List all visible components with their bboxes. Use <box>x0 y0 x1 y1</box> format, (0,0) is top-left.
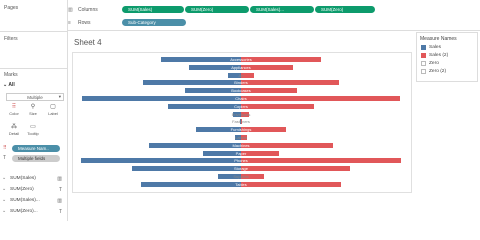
marks-field-sum-zero[interactable]: ⌄ SUM(Zero) T <box>2 185 66 194</box>
legend-swatch <box>421 69 426 74</box>
label-button[interactable]: ▢ Label <box>45 104 61 116</box>
category-label: Storage <box>233 166 248 172</box>
bar-chart: Accessories Appliances Art Binders Bookcases… <box>73 53 413 194</box>
columns-shelf[interactable]: ▥ Columns SUM(Sales) SUM(Zero) SUM(Sales… <box>68 5 376 14</box>
column-pill[interactable]: SUM(Sales)... <box>250 6 314 13</box>
marks-all-row[interactable]: ⌄ All <box>3 82 15 88</box>
chart-frame: Accessories Appliances Art Binders Bookcases… <box>72 52 412 193</box>
rows-label: Rows <box>78 19 91 26</box>
legend-swatch <box>421 53 426 58</box>
divider <box>0 68 68 69</box>
mark-type-value: Multiple <box>27 94 43 100</box>
tooltip-button[interactable]: ▭ Tooltip <box>25 124 41 136</box>
legend-item[interactable]: Zero (2) <box>421 68 446 75</box>
category-label: Phones <box>234 158 248 164</box>
detail-icon: ⁂ <box>11 124 17 130</box>
category-label: Art <box>238 72 244 78</box>
column-pill[interactable]: SUM(Zero) <box>185 6 249 13</box>
category-label: Fasteners <box>232 119 250 125</box>
category-label: Machines <box>232 142 250 148</box>
text-icon: T <box>3 155 7 161</box>
marks-header: Marks <box>4 72 18 78</box>
chevron-down-icon: ⌄ <box>2 176 7 181</box>
bar-sales-2[interactable] <box>241 158 401 164</box>
chevron-down-icon: ⌄ <box>2 209 7 214</box>
category-label: Accessories <box>230 57 252 62</box>
measure-names-pill[interactable]: Measure Nam.. <box>12 145 60 152</box>
mark-type-dropdown[interactable]: Multiple ▾ <box>6 93 64 101</box>
chevron-down-icon: ▾ <box>58 94 61 99</box>
columns-icon: ▥ <box>68 6 73 13</box>
bar-chart-icon: ▥ <box>57 175 62 182</box>
bar-sales-2[interactable] <box>241 96 401 101</box>
rows-shelf[interactable]: ≡ Rows Sub-Category <box>68 18 187 27</box>
marks-all-label: All <box>8 82 15 88</box>
columns-label: Columns <box>78 6 98 13</box>
category-label: Tables <box>235 181 247 187</box>
category-label: Envelopes <box>231 111 251 117</box>
filters-header: Filters <box>4 36 18 42</box>
chevron-down-icon: ⌄ <box>2 187 7 192</box>
size-button[interactable]: ⚲ Size <box>25 104 41 116</box>
multiple-fields-pill[interactable]: Multiple fields <box>12 155 60 162</box>
marks-field-sum-zero-2[interactable]: ⌄ SUM(Zero)... T <box>2 207 66 216</box>
category-label: Appliances <box>231 64 251 70</box>
label-icon: ▢ <box>50 104 56 110</box>
color-button[interactable]: ⠿ Color <box>6 104 22 116</box>
category-label: Furnishings <box>230 127 252 133</box>
rows-icon: ≡ <box>68 19 71 26</box>
marks-field-sum-sales[interactable]: ⌄ SUM(Sales) ▥ <box>2 174 66 183</box>
color-dots-icon: ⠿ <box>3 145 7 151</box>
sheet-title: Sheet 4 <box>74 38 102 47</box>
divider <box>0 31 68 32</box>
color-dots-icon: ⠿ <box>11 104 17 110</box>
column-pill[interactable]: SUM(Zero) <box>315 6 375 13</box>
chevron-down-icon: ⌄ <box>2 198 7 203</box>
legend-item[interactable]: Zero <box>421 60 439 67</box>
bar-sales[interactable] <box>81 96 241 101</box>
category-label: Paper <box>235 150 247 156</box>
category-label: Binders <box>234 80 248 86</box>
legend-item[interactable]: Sales <box>421 44 441 51</box>
size-icon: ⚲ <box>30 104 36 110</box>
category-label: Bookcases <box>231 88 251 94</box>
bar-chart-icon: ▥ <box>57 197 62 204</box>
text-icon: T <box>58 186 62 193</box>
bar-sales[interactable] <box>81 158 241 164</box>
category-label: Supplies <box>233 174 249 179</box>
detail-button[interactable]: ⁂ Detail <box>6 124 22 136</box>
marks-field-sum-sales-2[interactable]: ⌄ SUM(Sales)... ▥ <box>2 196 66 205</box>
pages-header: Pages <box>4 5 19 11</box>
category-label: Labels <box>235 135 247 140</box>
legend-swatch <box>421 61 426 66</box>
legend-title: Measure Names <box>420 36 457 42</box>
category-label: Copiers <box>234 103 248 109</box>
column-pill[interactable]: SUM(Sales) <box>122 6 184 13</box>
tooltip-icon: ▭ <box>30 124 36 130</box>
row-pill[interactable]: Sub-Category <box>122 19 186 26</box>
legend-swatch <box>421 45 426 50</box>
text-icon: T <box>58 208 62 215</box>
category-label: Chairs <box>235 96 247 101</box>
legend-item[interactable]: Sales (2) <box>421 52 448 59</box>
